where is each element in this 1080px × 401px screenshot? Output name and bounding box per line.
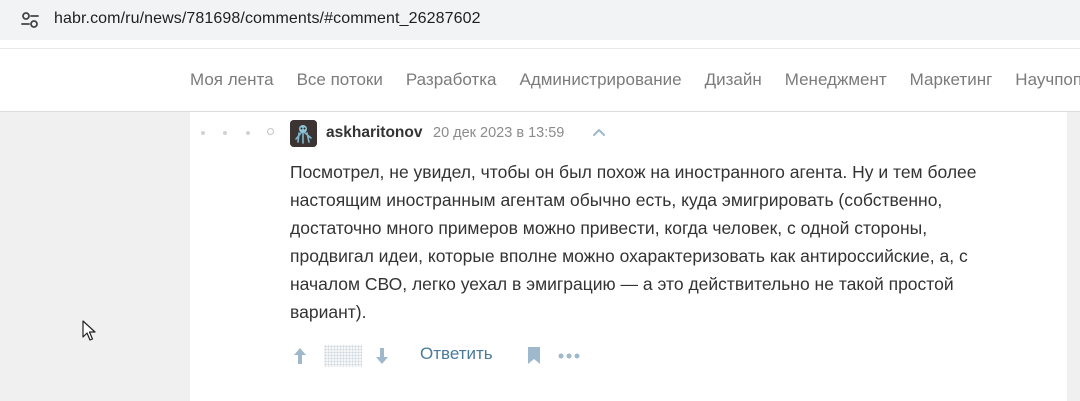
nav-list: Моя лента Все потоки Разработка Админист… [190,70,1080,90]
comment-line: началом СВО, легко уехал в эмиграцию — а… [290,274,954,294]
comment-timestamp[interactable]: 20 дек 2023 в 13:59 [433,125,564,141]
comment-author[interactable]: askharitonov [326,124,422,142]
nav-item-all-streams[interactable]: Все потоки [297,70,383,90]
comment-line: продвигал идеи, которые вполне можно оха… [290,246,968,266]
nav-item-design[interactable]: Дизайн [705,70,762,90]
thread-dot [201,131,205,135]
top-navigation: Моя лента Все потоки Разработка Админист… [0,48,1080,112]
thread-current-ring [267,128,274,135]
bookmark-icon[interactable] [526,346,542,365]
nav-item-popsci[interactable]: Научпоп [1015,70,1080,90]
nav-item-management[interactable]: Менеджмент [785,70,887,90]
thread-depth-indicator [200,128,280,138]
site-settings-icon[interactable] [20,10,40,30]
chevron-up-icon[interactable] [592,127,606,137]
nav-item-administration[interactable]: Администрирование [519,70,681,90]
browser-address-bar[interactable]: habr.com/ru/news/781698/comments/#commen… [0,0,1080,40]
reply-button[interactable]: Ответить [420,344,493,364]
nav-item-development[interactable]: Разработка [406,70,497,90]
thread-dot [246,131,250,135]
url-text[interactable]: habr.com/ru/news/781698/comments/#commen… [54,10,481,28]
comment-line: вариант). [290,302,367,322]
avatar-image [290,120,317,147]
nav-item-marketing[interactable]: Маркетинг [910,70,993,90]
score-hidden-placeholder [324,345,362,367]
more-dots-icon[interactable] [558,352,580,360]
comment-line: Посмотрел, не увидел, чтобы он был похож… [290,162,977,182]
nav-item-my-feed[interactable]: Моя лента [190,70,274,90]
left-gutter [0,112,190,401]
mouse-cursor-icon [82,320,96,341]
comment-line: достаточно много примеров можно привести… [290,218,928,238]
right-gutter [1067,112,1080,401]
avatar[interactable] [290,120,317,147]
comment-text: Посмотрел, не увидел, чтобы он был похож… [290,158,1060,326]
thread-dot [223,131,227,135]
arrow-up-icon[interactable] [292,346,308,366]
comment-line: настоящим иностранным агентам обычно ест… [290,190,943,210]
arrow-down-icon[interactable] [374,346,390,366]
